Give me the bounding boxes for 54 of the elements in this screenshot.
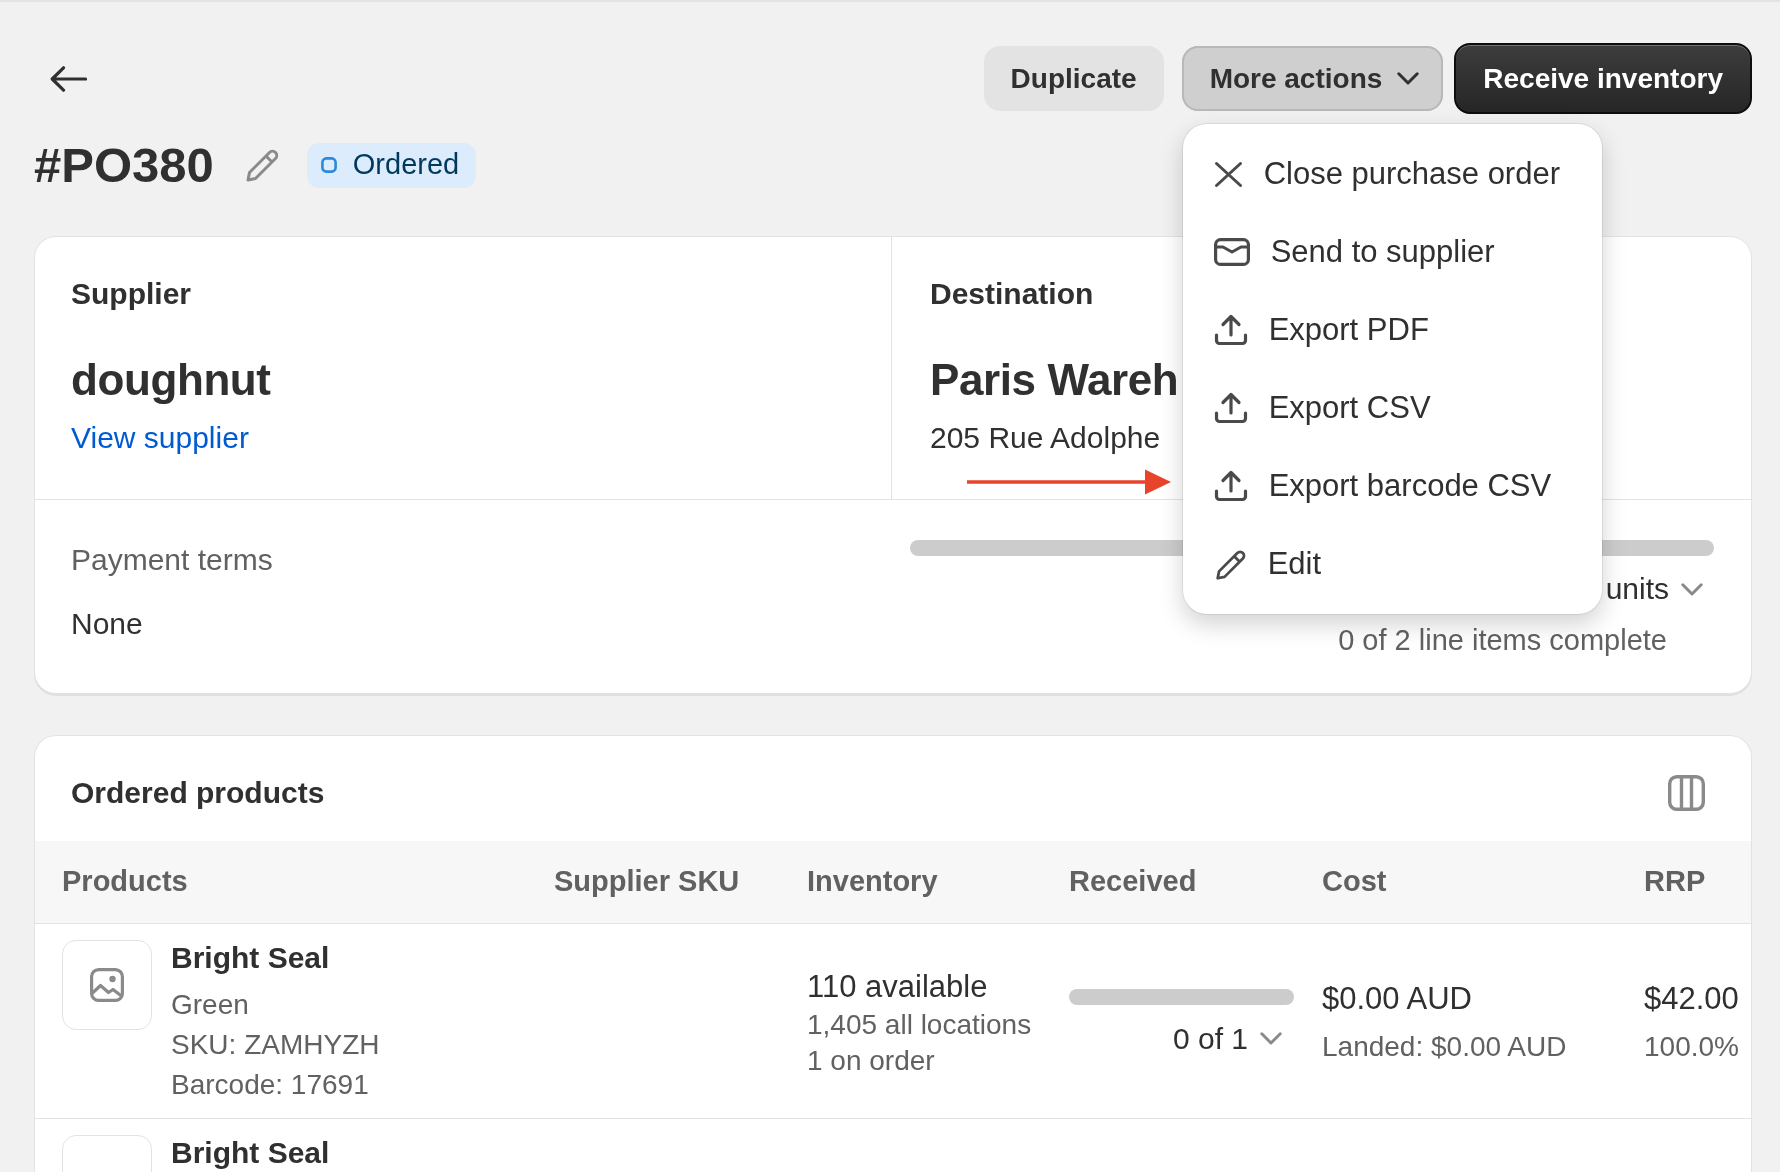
landed-cost-text: Landed: $0.00 AUD	[1322, 1029, 1567, 1064]
back-arrow-icon[interactable]	[50, 65, 87, 92]
column-header: Supplier SKU	[554, 864, 740, 900]
received-dropdown[interactable]: 0 of 1	[1172, 1020, 1282, 1057]
section-heading: Destination	[930, 276, 1094, 312]
menu-item[interactable]: Export barcode CSV	[1193, 447, 1591, 525]
barcode-text: Barcode: 17691	[171, 1068, 369, 1102]
duplicate-button[interactable]: Duplicate	[983, 46, 1164, 111]
column-header: Cost	[1322, 864, 1387, 900]
variant-text: Green	[171, 988, 249, 1022]
view-supplier-link[interactable]: View supplier	[71, 421, 249, 454]
product-name: Bright Seal	[171, 1136, 330, 1170]
status-square-icon	[320, 157, 337, 173]
more-actions-button[interactable]: More actions	[1181, 46, 1444, 111]
column-header: Received	[1069, 864, 1197, 900]
cost-text: $0.00 AUD	[1322, 979, 1472, 1018]
destination-address: 205 Rue Adolphe	[930, 420, 1161, 456]
chevron-down-icon	[1260, 1032, 1282, 1045]
payment-terms-value: None	[71, 606, 143, 642]
percentage-text: 100.0%	[1644, 1029, 1739, 1064]
chevron-down-icon	[1681, 582, 1703, 596]
menu-item[interactable]: Send to supplier	[1193, 213, 1591, 291]
supplier-name: doughnut	[71, 354, 271, 406]
units-dropdown[interactable]: units	[1605, 571, 1703, 607]
payment-terms-label: Payment terms	[71, 542, 273, 578]
section-title: Ordered products	[71, 775, 325, 811]
upload-icon	[1213, 392, 1248, 424]
column-header: Products	[62, 864, 188, 900]
available-text: 110 available	[807, 967, 988, 1006]
pencil-icon[interactable]	[244, 147, 279, 183]
upload-icon	[1213, 470, 1248, 502]
upload-icon	[1213, 314, 1248, 346]
envelope-icon	[1213, 238, 1250, 266]
column-header: Inventory	[807, 864, 938, 900]
column-header: RRP	[1644, 864, 1706, 900]
destination-name: Paris Wareh	[930, 354, 1179, 406]
close-icon	[1213, 160, 1243, 188]
menu-item[interactable]: Export CSV	[1193, 369, 1591, 447]
columns-icon[interactable]	[1668, 775, 1705, 811]
on-order-text: 1 on order	[807, 1043, 935, 1078]
status-label: Ordered	[352, 147, 460, 183]
line-items-summary: 0 of 2 line items complete	[1338, 623, 1667, 658]
product-name: Bright Seal	[171, 941, 330, 975]
menu-item[interactable]: Edit	[1193, 525, 1591, 603]
menu-item[interactable]: Close purchase order	[1193, 135, 1591, 213]
receive-inventory-button[interactable]: Receive inventory	[1454, 43, 1752, 114]
image-icon	[90, 968, 124, 1002]
section-heading: Supplier	[71, 276, 191, 312]
sku-text: SKU: ZAMHYZH	[171, 1028, 380, 1062]
all-locations-text: 1,405 all locations	[807, 1007, 1032, 1042]
rrp-text: $42.00	[1644, 979, 1739, 1018]
chevron-down-icon	[1397, 72, 1420, 85]
menu-item[interactable]: Export PDF	[1193, 291, 1591, 369]
order-title: #PO380	[34, 137, 214, 194]
